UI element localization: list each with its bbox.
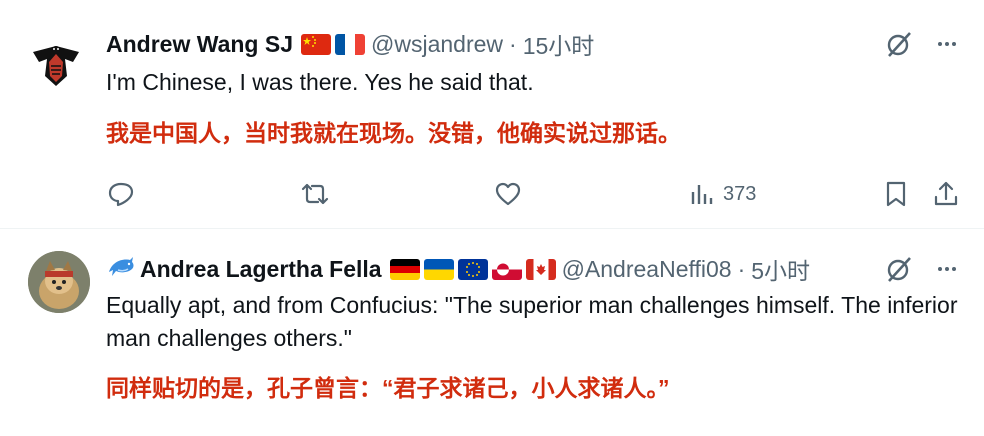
action-bar: 373 [106, 178, 966, 210]
reply-icon [108, 182, 134, 207]
translation-text: 我是中国人，当时我就在现场。没错，他确实说过那话。 [106, 120, 681, 146]
avatar[interactable] [25, 32, 87, 94]
dolphin-icon [106, 254, 136, 285]
more-options-icon[interactable] [932, 254, 962, 284]
retweet-icon [301, 183, 329, 205]
france-flag-icon [335, 33, 365, 55]
ukraine-flag-icon [423, 258, 454, 280]
user-handle[interactable]: @wsjandrew [371, 31, 503, 58]
pet-avatar-image [28, 251, 90, 313]
reply-button[interactable] [106, 178, 136, 210]
timestamp[interactable]: 15小时 [523, 27, 595, 61]
bookmark-icon [886, 181, 906, 207]
separator: · [509, 30, 517, 57]
china-flag-icon [301, 33, 331, 55]
retweet-button[interactable] [299, 178, 331, 210]
tweet-text: I'm Chinese, I was there. Yes he said th… [106, 69, 534, 95]
kite-avatar-image [25, 32, 87, 94]
timestamp[interactable]: 5小时 [751, 252, 810, 286]
greenland-flag-icon [491, 258, 522, 280]
like-button[interactable] [493, 178, 523, 210]
grok-icon[interactable] [884, 254, 914, 284]
avatar[interactable] [28, 251, 90, 313]
views-button[interactable]: 373 [689, 178, 756, 210]
eu-flag-icon [457, 258, 488, 280]
tweet-header: Andrea Lagertha Fella @AndreaNeffi08 · 5… [106, 253, 810, 285]
grok-icon[interactable] [884, 29, 914, 59]
separator: · [737, 255, 746, 282]
tweet-2[interactable]: Andrea Lagertha Fella @AndreaNeffi08 · 5… [0, 229, 984, 436]
canada-flag-icon [525, 258, 556, 280]
user-handle[interactable]: @AndreaNeffi08 [562, 256, 732, 283]
tweet-text: Equally apt, and from Confucius: "The su… [106, 292, 958, 351]
share-icon [934, 181, 958, 206]
bookmark-button[interactable] [883, 178, 909, 210]
display-name[interactable]: Andrea Lagertha Fella [140, 256, 382, 283]
views-count: 373 [723, 182, 757, 205]
display-name[interactable]: Andrew Wang SJ [106, 31, 293, 58]
share-button[interactable] [932, 178, 960, 210]
heart-icon [495, 182, 521, 206]
tweet-1[interactable]: Andrew Wang SJ @wsjandrew · 15小时 I'm Chi… [0, 0, 984, 228]
more-options-icon[interactable] [932, 29, 962, 59]
views-icon [691, 185, 713, 204]
tweet-header: Andrew Wang SJ @wsjandrew · 15小时 [106, 28, 594, 60]
germany-flag-icon [389, 258, 420, 280]
translation-text: 同样贴切的是，孔子曾言：“君子求诸己，小人求诸人。” [106, 375, 670, 401]
